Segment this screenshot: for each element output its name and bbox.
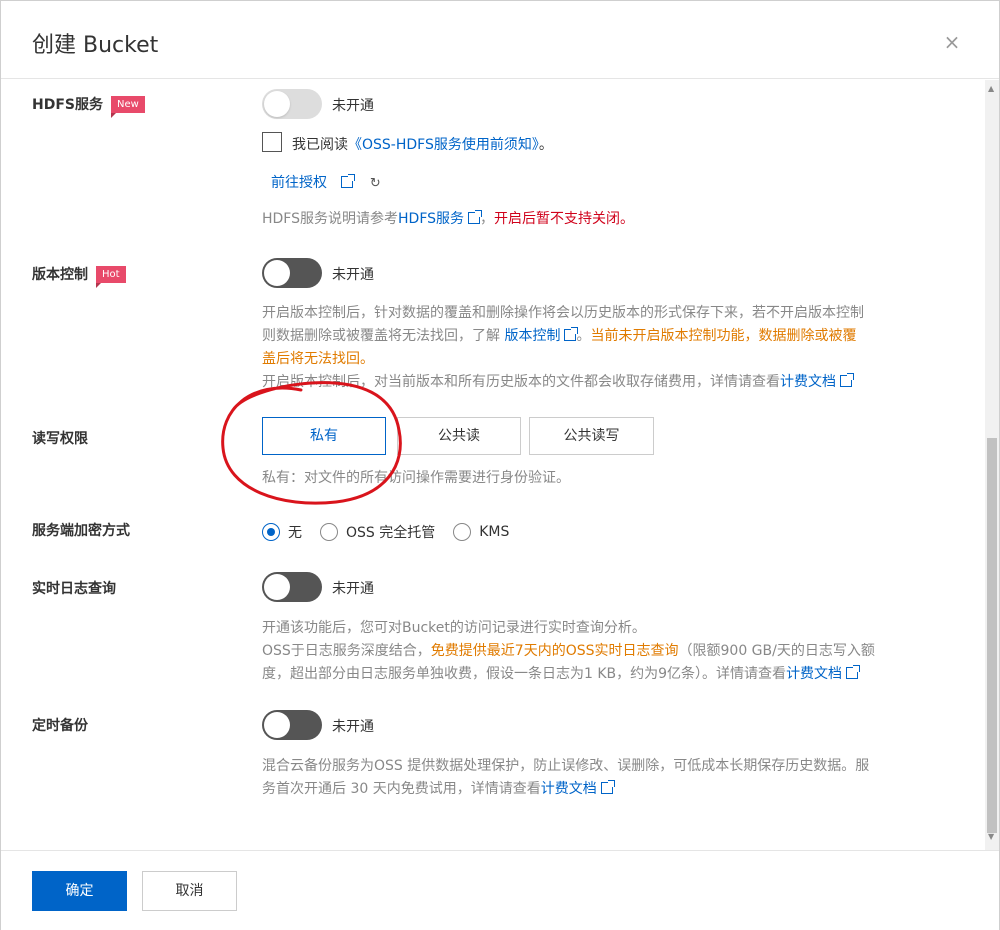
cancel-button[interactable]: 取消 (142, 871, 237, 911)
external-link-icon[interactable] (600, 780, 615, 794)
external-link-icon[interactable] (840, 373, 854, 387)
acl-option-public-read-write[interactable]: 公共读写 (529, 417, 654, 455)
close-icon[interactable]: × (939, 29, 965, 55)
realtime-log-label: 实时日志查询 (32, 581, 116, 597)
encryption-label: 服务端加密方式 (32, 523, 130, 539)
confirm-button[interactable]: 确定 (32, 871, 127, 911)
external-link-icon[interactable] (468, 210, 483, 224)
hdfs-notice-text: 我已阅读《OSS-HDFS服务使用前须知》。 (292, 137, 553, 153)
encryption-label-none: 无 (288, 525, 302, 541)
external-link-icon[interactable] (564, 327, 579, 341)
acl-label: 读写权限 (32, 431, 88, 447)
hdfs-toggle-text: 未开通 (332, 98, 374, 114)
dialog-footer: 确定 取消 (1, 850, 999, 930)
dialog-header: 创建 Bucket × (1, 1, 999, 79)
hdfs-label: HDFS服务 New (32, 94, 145, 118)
authorize-link[interactable]: 前往授权 (271, 175, 327, 191)
encryption-radio-none[interactable] (262, 523, 280, 541)
acl-option-private[interactable]: 私有 (262, 417, 386, 455)
realtime-log-toggle-text: 未开通 (332, 581, 374, 597)
annotation-circle (221, 381, 402, 505)
encryption-radio-group: 无 OSS 完全托管 KMS (262, 522, 527, 542)
versioning-toggle[interactable] (262, 258, 322, 288)
external-link-icon[interactable] (341, 174, 356, 188)
hdfs-desc: HDFS服务说明请参考HDFS服务 ，开启后暂不支持关闭。 (262, 210, 635, 227)
hdfs-notice-checkbox[interactable] (262, 132, 282, 152)
dialog-title: 创建 Bucket (32, 33, 159, 58)
refresh-icon[interactable]: ↻ (370, 176, 381, 191)
dialog-body: HDFS服务 New 未开通 我已阅读《OSS-HDFS服务使用前须知》。 前往授… (1, 80, 985, 850)
authorize-row: 前往授权 ↻ (271, 172, 381, 192)
hot-badge: Hot (96, 266, 126, 288)
hdfs-doc-link[interactable]: HDFS服务 (398, 211, 464, 227)
acl-desc: 私有：对文件的所有访问操作需要进行身份验证。 (262, 470, 570, 486)
scrollbar[interactable]: ▲ ▼ (985, 80, 999, 850)
backup-billing-link[interactable]: 计费文档 (541, 781, 597, 797)
realtime-log-toggle[interactable] (262, 572, 322, 602)
scroll-down-icon[interactable]: ▼ (988, 832, 994, 841)
backup-desc: 混合云备份服务为OSS 提供数据处理保护，防止误修改、误删除，可低成本长期保存历… (262, 758, 870, 797)
backup-label: 定时备份 (32, 718, 88, 734)
versioning-desc: 开启版本控制后，针对数据的覆盖和删除操作将会以历史版本的形式保存下来，若不开启版… (262, 305, 864, 390)
hdfs-label-text: HDFS服务 (32, 97, 103, 113)
acl-option-public-read[interactable]: 公共读 (397, 417, 521, 455)
encryption-radio-kms[interactable] (453, 523, 472, 541)
versioning-label: 版本控制 Hot (32, 264, 126, 288)
scroll-thumb[interactable] (987, 438, 997, 833)
versioning-doc-link[interactable]: 版本控制 (504, 328, 560, 344)
versioning-label-text: 版本控制 (32, 267, 88, 283)
scroll-up-icon[interactable]: ▲ (988, 84, 994, 93)
encryption-radio-oss[interactable] (320, 523, 338, 541)
realtime-log-desc: 开通该功能后，您可对Bucket的访问记录进行实时查询分析。 OSS于日志服务深… (262, 620, 875, 682)
hdfs-toggle[interactable] (262, 89, 322, 119)
backup-toggle[interactable] (262, 710, 322, 740)
versioning-toggle-text: 未开通 (332, 267, 374, 283)
new-badge: New (110, 96, 145, 118)
hdfs-notice-link[interactable]: 《OSS-HDFS服务使用前须知》 (348, 137, 539, 153)
encryption-label-kms: KMS (479, 524, 510, 540)
create-bucket-dialog: 创建 Bucket × HDFS服务 New 未开通 我已阅读《OSS-HDFS服… (0, 0, 1000, 930)
realtime-log-billing-link[interactable]: 计费文档 (786, 666, 842, 682)
versioning-billing-link[interactable]: 计费文档 (780, 374, 836, 390)
encryption-label-oss: OSS 完全托管 (346, 525, 436, 541)
backup-toggle-text: 未开通 (332, 719, 374, 735)
external-link-icon[interactable] (846, 665, 861, 679)
